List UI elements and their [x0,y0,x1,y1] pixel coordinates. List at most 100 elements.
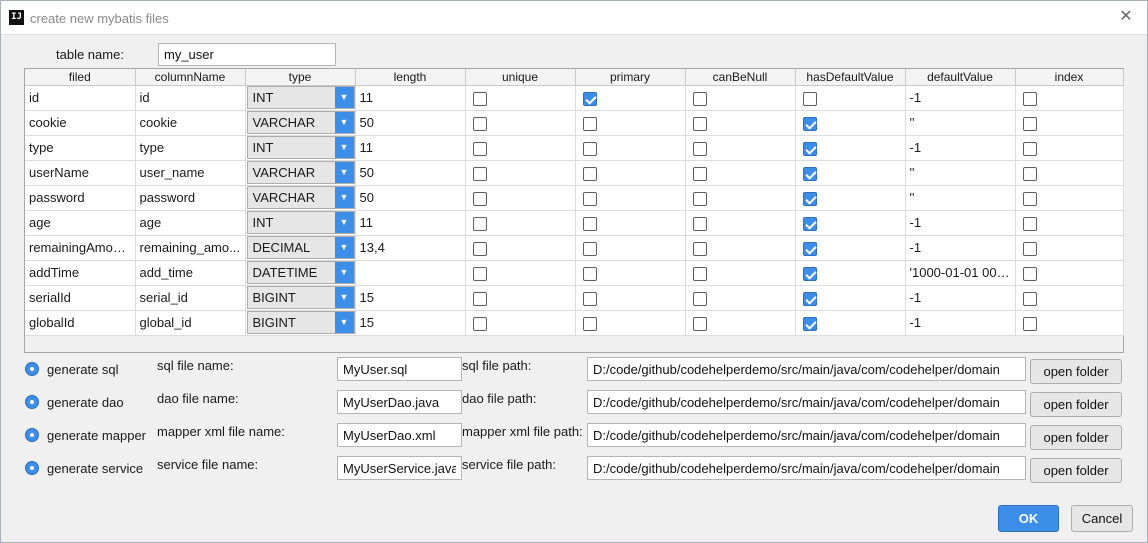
primary-checkbox[interactable] [582,316,597,331]
canbenull-checkbox[interactable] [692,91,707,106]
chevron-down-icon[interactable]: ▼ [334,112,354,133]
sql-file-path-input[interactable] [587,357,1026,381]
chevron-down-icon[interactable]: ▼ [334,262,354,283]
primary-checkbox[interactable] [582,291,597,306]
canbenull-checkbox[interactable] [692,316,707,331]
default-value-cell[interactable]: -1 [905,210,1016,236]
field-cell[interactable]: cookie [25,110,136,136]
hasdefaultvalue-checkbox[interactable] [802,266,817,281]
primary-checkbox[interactable] [582,141,597,156]
column-header-canbenull[interactable]: canBeNull [685,69,796,86]
primary-checkbox[interactable] [582,241,597,256]
canbenull-checkbox[interactable] [692,241,707,256]
column-name-cell[interactable]: serial_id [135,285,246,311]
chevron-down-icon[interactable]: ▼ [334,287,354,308]
default-value-cell[interactable]: -1 [905,85,1016,111]
cancel-button[interactable]: Cancel [1071,505,1133,532]
field-cell[interactable]: serialId [25,285,136,311]
type-dropdown[interactable]: INT ▼ [246,136,354,159]
column-name-cell[interactable]: remaining_amo... [135,235,246,261]
field-cell[interactable]: globalId [25,310,136,336]
chevron-down-icon[interactable]: ▼ [334,312,354,333]
index-checkbox[interactable] [1022,266,1037,281]
generate-mapper-radio[interactable] [25,428,39,442]
hasdefaultvalue-checkbox[interactable] [802,191,817,206]
length-cell[interactable]: 15 [355,310,466,336]
type-dropdown[interactable]: DATETIME ▼ [246,261,354,284]
generate-dao-radio[interactable] [25,395,39,409]
length-cell[interactable]: 11 [355,135,466,161]
field-cell[interactable]: id [25,85,136,111]
default-value-cell[interactable]: '' [905,160,1016,186]
type-dropdown[interactable]: VARCHAR ▼ [246,161,354,184]
field-cell[interactable]: age [25,210,136,236]
canbenull-checkbox[interactable] [692,266,707,281]
column-header-unique[interactable]: unique [465,69,576,86]
generate-sql-radio[interactable] [25,362,39,376]
field-cell[interactable]: addTime [25,260,136,286]
index-checkbox[interactable] [1022,241,1037,256]
mapper-file-path-input[interactable] [587,423,1026,447]
unique-checkbox[interactable] [472,166,487,181]
index-checkbox[interactable] [1022,216,1037,231]
dao-file-name-input[interactable] [337,390,462,414]
column-header-hasdefaultvalue[interactable]: hasDefaultValue [795,69,906,86]
index-checkbox[interactable] [1022,116,1037,131]
hasdefaultvalue-checkbox[interactable] [802,91,817,106]
default-value-cell[interactable]: '1000-01-01 00:... [905,260,1016,286]
hasdefaultvalue-checkbox[interactable] [802,141,817,156]
ok-button[interactable]: OK [998,505,1059,532]
service-open-folder-button[interactable]: open folder [1030,458,1122,483]
field-cell[interactable]: remainingAmou... [25,235,136,261]
unique-checkbox[interactable] [472,216,487,231]
column-name-cell[interactable]: password [135,185,246,211]
index-checkbox[interactable] [1022,166,1037,181]
column-name-cell[interactable]: age [135,210,246,236]
table-name-input[interactable] [158,43,336,66]
canbenull-checkbox[interactable] [692,191,707,206]
primary-checkbox[interactable] [582,266,597,281]
column-header-length[interactable]: length [355,69,466,86]
hasdefaultvalue-checkbox[interactable] [802,116,817,131]
column-header-columnname[interactable]: columnName [135,69,246,86]
column-name-cell[interactable]: global_id [135,310,246,336]
mapper-file-name-input[interactable] [337,423,462,447]
length-cell[interactable]: 15 [355,285,466,311]
primary-checkbox[interactable] [582,91,597,106]
default-value-cell[interactable]: '' [905,110,1016,136]
index-checkbox[interactable] [1022,141,1037,156]
dao-open-folder-button[interactable]: open folder [1030,392,1122,417]
field-cell[interactable]: password [25,185,136,211]
type-dropdown[interactable]: DECIMAL ▼ [246,236,354,259]
length-cell[interactable]: 50 [355,185,466,211]
canbenull-checkbox[interactable] [692,291,707,306]
column-header-defaultvalue[interactable]: defaultValue [905,69,1016,86]
column-header-primary[interactable]: primary [575,69,686,86]
dao-file-path-input[interactable] [587,390,1026,414]
column-header-index[interactable]: index [1015,69,1124,86]
hasdefaultvalue-checkbox[interactable] [802,216,817,231]
sql-open-folder-button[interactable]: open folder [1030,359,1122,384]
length-cell[interactable]: 13,4 [355,235,466,261]
chevron-down-icon[interactable]: ▼ [334,162,354,183]
mapper-open-folder-button[interactable]: open folder [1030,425,1122,450]
unique-checkbox[interactable] [472,266,487,281]
type-dropdown[interactable]: INT ▼ [246,86,354,109]
unique-checkbox[interactable] [472,91,487,106]
chevron-down-icon[interactable]: ▼ [334,137,354,158]
length-cell[interactable]: 11 [355,85,466,111]
type-dropdown[interactable]: VARCHAR ▼ [246,186,354,209]
close-icon[interactable]: ✕ [1117,8,1135,26]
column-name-cell[interactable]: add_time [135,260,246,286]
type-dropdown[interactable]: BIGINT ▼ [246,311,354,334]
column-header-filed[interactable]: filed [25,69,136,86]
default-value-cell[interactable]: -1 [905,310,1016,336]
length-cell[interactable] [355,260,466,286]
length-cell[interactable]: 50 [355,160,466,186]
service-file-path-input[interactable] [587,456,1026,480]
primary-checkbox[interactable] [582,116,597,131]
column-name-cell[interactable]: cookie [135,110,246,136]
unique-checkbox[interactable] [472,316,487,331]
default-value-cell[interactable]: -1 [905,235,1016,261]
type-dropdown[interactable]: VARCHAR ▼ [246,111,354,134]
